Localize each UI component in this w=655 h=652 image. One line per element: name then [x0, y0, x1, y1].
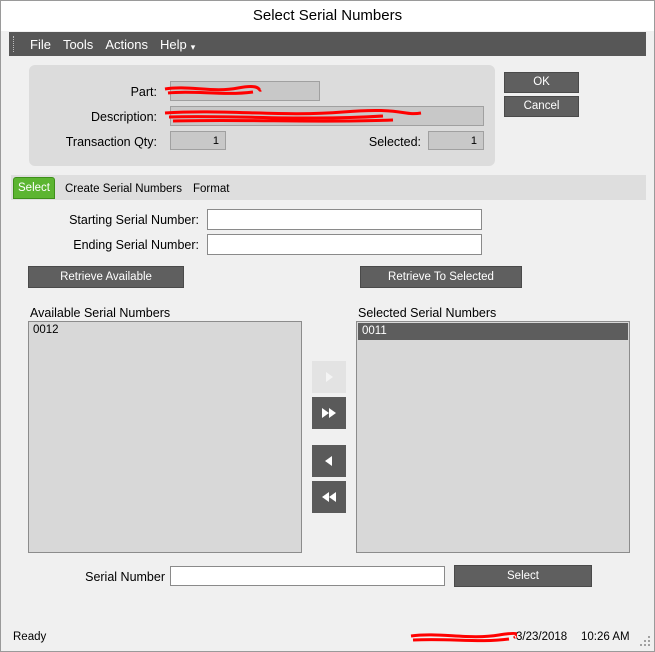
- ending-serial-label: Ending Serial Number:: [73, 238, 199, 252]
- tab-select[interactable]: Select: [13, 177, 55, 199]
- menu-grip-icon: [13, 36, 16, 52]
- redaction-mark-description: [164, 108, 422, 123]
- menu-tools[interactable]: Tools: [57, 37, 99, 52]
- status-text: Ready: [13, 631, 47, 643]
- redaction-mark-part: [164, 84, 262, 95]
- list-item-selected[interactable]: 0011: [358, 323, 628, 340]
- double-arrow-right-icon: [322, 408, 336, 418]
- menu-file[interactable]: File: [24, 37, 57, 52]
- move-left-button[interactable]: [312, 445, 346, 477]
- status-date: 3/23/2018: [516, 631, 568, 643]
- serial-number-input[interactable]: [170, 566, 445, 586]
- move-right-button[interactable]: [312, 361, 346, 393]
- ok-button[interactable]: OK: [504, 72, 579, 93]
- menu-help[interactable]: Help: [154, 37, 193, 52]
- menu-bar: File Tools Actions Help ▾: [9, 32, 646, 56]
- status-bar: Ready 3/23/2018 10:26 AM: [1, 627, 654, 651]
- serial-number-label: Serial Number: [85, 570, 165, 584]
- description-label: Description:: [91, 110, 157, 124]
- tab-strip: Select Create Serial Numbers Format: [11, 175, 646, 200]
- selected-serial-numbers-label: Selected Serial Numbers: [358, 306, 497, 320]
- transaction-qty-label: Transaction Qty:: [65, 135, 157, 149]
- list-item[interactable]: 0012: [29, 322, 301, 339]
- double-arrow-left-icon: [322, 492, 336, 502]
- chevron-down-icon[interactable]: ▾: [191, 42, 196, 53]
- status-time: 10:26 AM: [581, 631, 630, 643]
- select-button[interactable]: Select: [454, 565, 592, 587]
- window-title: Select Serial Numbers: [1, 1, 654, 31]
- selected-count-field: 1: [428, 131, 484, 150]
- resize-grip-icon[interactable]: [639, 635, 651, 647]
- select-serial-numbers-window: Select Serial Numbers File Tools Actions…: [0, 0, 655, 652]
- starting-serial-input[interactable]: [207, 209, 482, 230]
- cancel-button[interactable]: Cancel: [504, 96, 579, 117]
- part-info-panel: Part: Description: Transaction Qty: 1 Se…: [29, 65, 495, 166]
- arrow-left-icon: [325, 456, 332, 466]
- available-serial-numbers-label: Available Serial Numbers: [30, 306, 171, 320]
- starting-serial-label: Starting Serial Number:: [69, 213, 199, 227]
- transaction-qty-field: 1: [170, 131, 226, 150]
- move-all-right-button[interactable]: [312, 397, 346, 429]
- ending-serial-input[interactable]: [207, 234, 482, 255]
- redaction-mark-status: [410, 631, 517, 643]
- retrieve-to-selected-button[interactable]: Retrieve To Selected: [360, 266, 522, 288]
- move-all-left-button[interactable]: [312, 481, 346, 513]
- selected-serial-list[interactable]: 0011: [356, 321, 630, 553]
- available-serial-list[interactable]: 0012: [28, 321, 302, 553]
- part-label: Part:: [130, 85, 157, 99]
- menu-actions[interactable]: Actions: [99, 37, 154, 52]
- tab-format[interactable]: Format: [189, 179, 233, 199]
- arrow-right-icon: [326, 372, 333, 382]
- tab-create-serial-numbers[interactable]: Create Serial Numbers: [61, 179, 186, 199]
- retrieve-available-button[interactable]: Retrieve Available: [28, 266, 184, 288]
- selected-count-label: Selected:: [368, 135, 421, 149]
